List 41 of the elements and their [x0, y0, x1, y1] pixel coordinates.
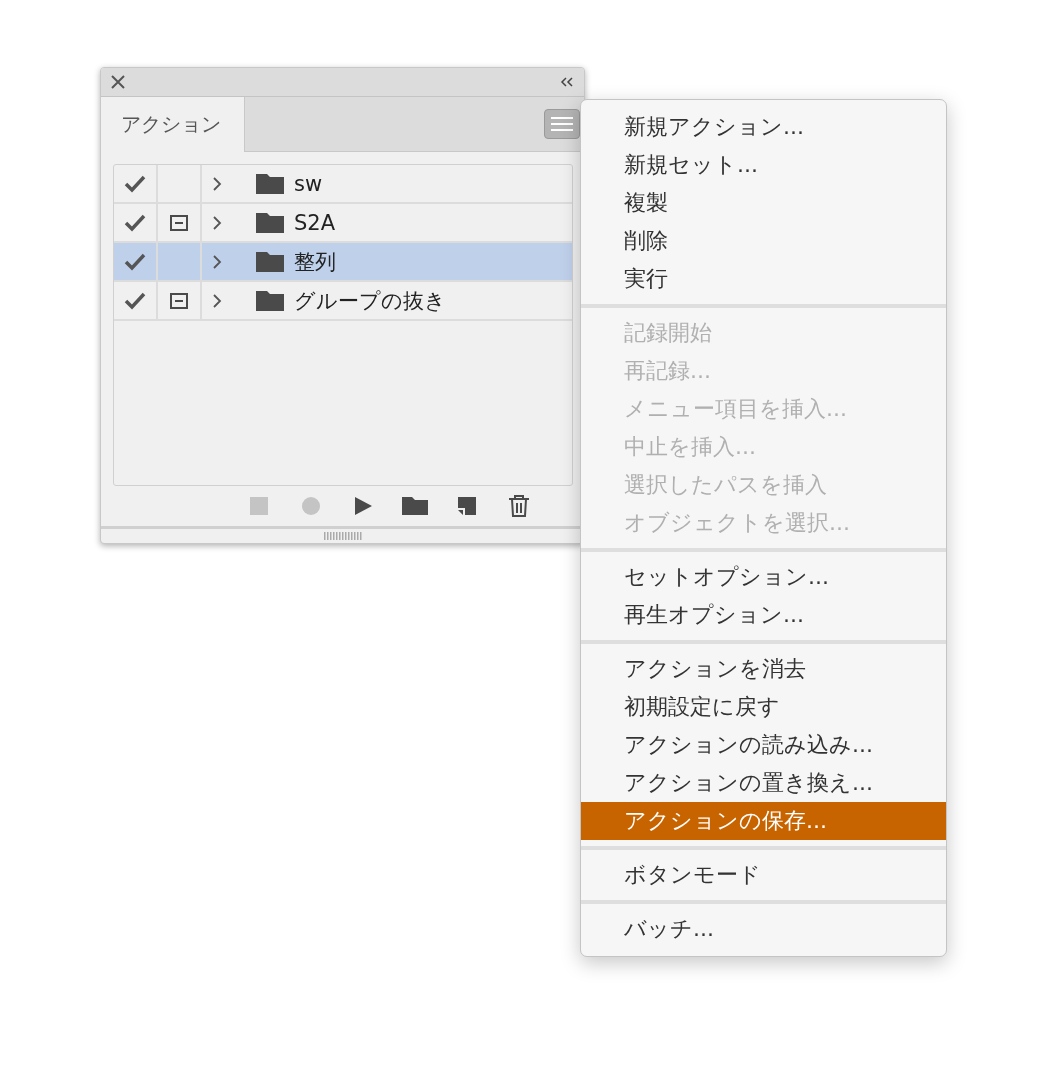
resize-grip-icon[interactable]	[323, 532, 362, 541]
chevron-right-icon[interactable]	[212, 253, 222, 270]
panel-tab[interactable]: アクション	[101, 96, 245, 153]
close-icon[interactable]	[111, 74, 125, 89]
folder-icon	[256, 251, 284, 272]
action-set-row[interactable]: グループの抜き	[114, 282, 572, 322]
menu-item[interactable]: 新規アクション...	[581, 108, 946, 146]
menu-item[interactable]: アクションの置き換え...	[581, 764, 946, 802]
menu-item[interactable]: アクションの保存...	[581, 802, 946, 840]
action-set-name: S2A	[294, 210, 336, 235]
menu-item[interactable]: 初期設定に戻す	[581, 688, 946, 726]
folder-icon	[256, 290, 284, 311]
collapse-icon[interactable]	[560, 76, 574, 87]
action-set-name: sw	[294, 171, 323, 196]
chevron-right-icon[interactable]	[212, 175, 222, 192]
chevron-right-icon[interactable]	[212, 292, 222, 309]
menu-item[interactable]: ボタンモード	[581, 856, 946, 894]
menu-item[interactable]: バッチ...	[581, 910, 946, 948]
action-set-row[interactable]: sw	[114, 165, 572, 205]
checkmark-icon[interactable]	[124, 213, 146, 232]
action-set-row[interactable]: 整列	[114, 243, 572, 283]
menu-item[interactable]: 再生オプション...	[581, 596, 946, 634]
menu-icon	[551, 116, 573, 131]
menu-item[interactable]: 削除	[581, 222, 946, 260]
menu-item[interactable]: 実行	[581, 260, 946, 298]
menu-item[interactable]: アクションを消去	[581, 650, 946, 688]
action-set-name: 整列	[294, 248, 336, 276]
checkmark-icon[interactable]	[124, 291, 146, 310]
dialog-toggle-icon[interactable]	[170, 292, 188, 309]
checkmark-icon[interactable]	[124, 252, 146, 271]
checkmark-icon[interactable]	[124, 174, 146, 193]
menu-item[interactable]: 新規セット...	[581, 146, 946, 184]
dialog-toggle-icon[interactable]	[170, 214, 188, 231]
menu-item[interactable]: 複製	[581, 184, 946, 222]
chevron-right-icon[interactable]	[212, 214, 222, 231]
action-set-name: グループの抜き	[294, 287, 446, 315]
folder-icon	[256, 212, 284, 233]
folder-icon	[256, 173, 284, 194]
menu-item[interactable]: セットオプション...	[581, 558, 946, 596]
menu-button[interactable]	[544, 108, 580, 139]
menu-item[interactable]: アクションの読み込み...	[581, 726, 946, 764]
